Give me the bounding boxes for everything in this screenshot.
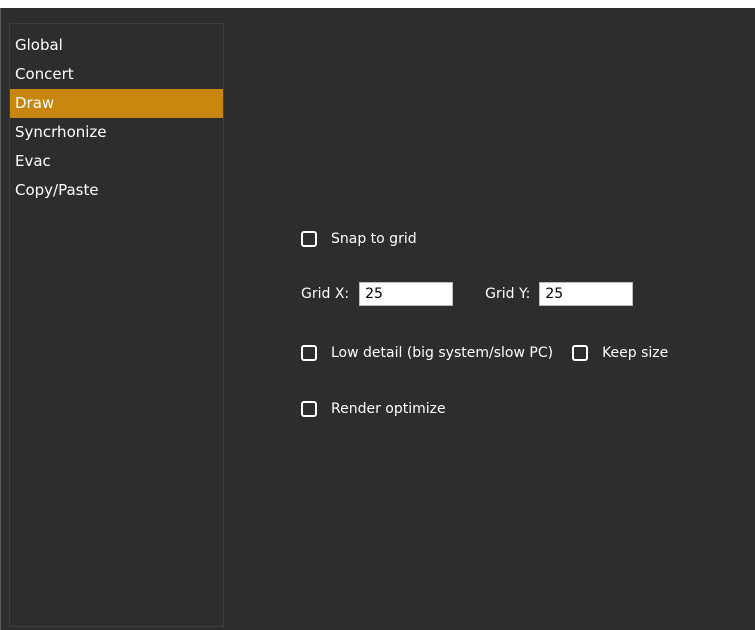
- settings-category-list[interactable]: Global Concert Draw Syncrhonize Evac Cop…: [9, 23, 224, 627]
- sidebar-item-evac[interactable]: Evac: [10, 147, 223, 176]
- low-detail-label[interactable]: Low detail (big system/slow PC): [331, 345, 553, 361]
- snap-to-grid-checkbox[interactable]: [301, 231, 317, 247]
- low-detail-checkbox[interactable]: [301, 345, 317, 361]
- grid-size-row: Grid X: 25 Grid Y: 25: [301, 282, 634, 306]
- sidebar-item-copy-paste[interactable]: Copy/Paste: [10, 176, 223, 205]
- sidebar-item-synchronize[interactable]: Syncrhonize: [10, 118, 223, 147]
- render-optimize-checkbox[interactable]: [301, 401, 317, 417]
- snap-to-grid-row: Snap to grid: [301, 231, 417, 247]
- sidebar-item-concert[interactable]: Concert: [10, 60, 223, 89]
- render-optimize-label[interactable]: Render optimize: [331, 401, 446, 417]
- grid-y-label: Grid Y:: [485, 286, 531, 302]
- keep-size-label[interactable]: Keep size: [602, 345, 668, 361]
- render-optimize-row: Render optimize: [301, 401, 446, 417]
- sidebar-item-global[interactable]: Global: [10, 31, 223, 60]
- snap-to-grid-label[interactable]: Snap to grid: [331, 231, 417, 247]
- settings-window: Global Concert Draw Syncrhonize Evac Cop…: [0, 8, 755, 630]
- grid-x-label: Grid X:: [301, 286, 350, 302]
- sidebar-item-draw[interactable]: Draw: [10, 89, 223, 118]
- grid-x-input[interactable]: 25: [359, 282, 454, 306]
- keep-size-checkbox[interactable]: [572, 345, 589, 361]
- low-detail-row: Low detail (big system/slow PC) Keep siz…: [301, 345, 668, 361]
- grid-y-input[interactable]: 25: [539, 282, 634, 306]
- draw-settings-panel: Snap to grid Grid X: 25 Grid Y: 25 Low d…: [225, 8, 755, 630]
